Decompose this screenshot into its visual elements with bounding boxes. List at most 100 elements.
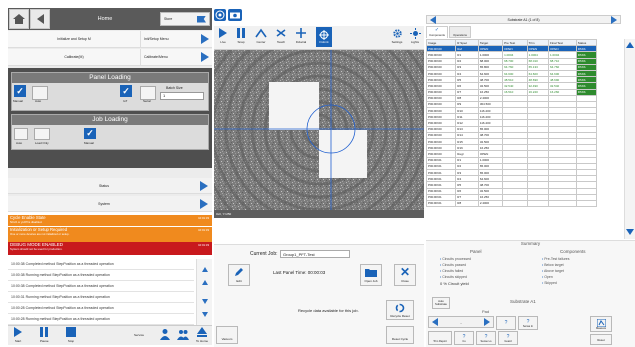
measure-icon [596, 318, 606, 327]
scroll-up-icon[interactable] [626, 42, 634, 48]
cu-button[interactable]: ? Cu [454, 331, 474, 345]
users-button[interactable] [177, 328, 189, 340]
open-job-button[interactable]: Open Job [360, 264, 382, 286]
tool-label: Fidmrk [319, 40, 329, 44]
vacuum-label: Vacuum [221, 337, 233, 341]
start-button[interactable]: Start [14, 327, 22, 343]
auto-substrate-button[interactable]: Auto Substrate [432, 297, 450, 309]
pad-next-icon[interactable] [484, 318, 490, 326]
stop-label: Stop [67, 339, 75, 343]
pad-label: Pad [482, 309, 490, 314]
settings-label: Settings [391, 40, 403, 44]
camera-image[interactable] [214, 50, 424, 210]
camera-button[interactable] [228, 9, 242, 21]
batch-size-label: Batch Size [166, 86, 183, 90]
nav-row-label: Calibrate(M) [64, 55, 84, 59]
scroll-down-icon[interactable] [626, 229, 634, 235]
nav-row-init-setup[interactable]: Initialize and Setup M Init/Setup Menu [8, 31, 212, 48]
manual-checkbox[interactable]: ✓ [14, 85, 26, 97]
service-user-button[interactable] [160, 328, 170, 340]
table-cell: P00.RK01 [425, 199, 457, 208]
teach-icon [276, 29, 286, 37]
next-substrate-icon[interactable] [611, 16, 617, 24]
back-button[interactable] [30, 9, 50, 29]
panel-yield: 0 % Circuit yield [440, 281, 469, 286]
tool-fidmrk-button[interactable]: Fidmrk [316, 27, 332, 47]
play-icon [14, 327, 22, 337]
substrate-selector[interactable]: Substrate A1 (1 of 8) [426, 15, 621, 24]
pad-selector[interactable]: - [428, 316, 494, 328]
pad-btn-1[interactable]: ? [496, 316, 516, 330]
nav-row-calibrate[interactable]: Calibrate(M) Calibrate/Menu [8, 49, 212, 66]
manual-label: Manual [13, 99, 23, 103]
app-window: Home Store Initialize and Setup M Init/S… [0, 0, 635, 347]
tool-label: Teach [276, 40, 285, 44]
status-row[interactable]: Status [8, 178, 212, 194]
tool-center-button[interactable]: Center [254, 28, 268, 44]
table-row[interactable]: P00.RK01 R8 2.4000 [425, 199, 598, 208]
reset-button[interactable]: Reset [590, 334, 612, 345]
measure-button[interactable]: Measure [590, 316, 612, 332]
guard-button[interactable]: ? Guard [498, 331, 518, 345]
recycle-reset-button[interactable]: Recycle Reset [386, 300, 414, 320]
tool-snap-button[interactable]: Snap [234, 28, 248, 44]
to-home-button[interactable]: To Home [196, 327, 208, 343]
prev-substrate-icon[interactable] [430, 16, 436, 24]
gear-icon [392, 29, 402, 38]
scroll-down-icon[interactable] [201, 299, 208, 304]
recycle-reset-label: Recycle Reset [390, 313, 410, 318]
vacuum-button[interactable]: Vacuum [216, 326, 238, 344]
home-button[interactable] [9, 9, 29, 29]
pencil-icon [235, 268, 243, 276]
trim-report-label: Trim Report [433, 339, 447, 343]
log-line: 10:00:38 Completed method StepPosition a… [8, 281, 194, 292]
scroll-up-icon[interactable] [201, 280, 208, 285]
tool-label: Live [220, 40, 226, 44]
calibrate-menu-button[interactable]: Calibrate/Menu [140, 49, 212, 65]
scroll-top-icon[interactable] [201, 267, 208, 272]
scroll-bottom-icon[interactable] [201, 312, 208, 317]
image-status-bar: 0x0, Y=250 [214, 210, 424, 218]
close-job-button[interactable]: ✕ Close [394, 264, 416, 286]
iot-checkbox[interactable]: ✓ [120, 85, 132, 97]
pause-button[interactable]: Pause [40, 327, 49, 343]
tool-label: Fiducial [295, 40, 307, 44]
tab-operations[interactable]: Operations [449, 26, 471, 38]
log-scrollbar[interactable] [196, 259, 212, 331]
tool-fiducial-button[interactable]: Fiducial [294, 28, 308, 44]
auto-option[interactable] [32, 86, 48, 100]
load-only-option[interactable] [34, 128, 50, 140]
pause-icon [40, 327, 49, 337]
tool-teach-button[interactable]: Teach [274, 28, 288, 44]
settings-button[interactable]: Settings [390, 28, 404, 44]
edit-button[interactable]: Edit [228, 264, 250, 286]
lights-label: Lights [410, 40, 419, 44]
status-chevron [200, 180, 212, 191]
job-manual-checkbox[interactable]: ✓ [84, 128, 96, 139]
system-row[interactable]: System [8, 196, 212, 212]
trim-report-button[interactable]: Trim Report [428, 331, 452, 345]
back-arrow-icon [36, 14, 44, 24]
tool-live-button[interactable]: Live [216, 28, 230, 44]
batch-size-input[interactable]: 1 [160, 92, 204, 100]
lights-button[interactable]: Lights [408, 28, 422, 44]
job-auto-option[interactable] [14, 128, 28, 140]
component-stats: • Pre-Test failures • Below target • Above… [542, 256, 570, 286]
pad-prev-icon[interactable] [432, 318, 438, 326]
serial-option[interactable] [140, 86, 156, 100]
sense-lo-button[interactable]: ? Sense Lo [476, 331, 496, 345]
table-scrollbar[interactable] [624, 39, 635, 239]
camera-view-button[interactable] [214, 9, 226, 21]
reset-cycle-button[interactable]: Reset Cycle [386, 326, 414, 344]
log-line: 10:00:31 Running method StepPosition as … [8, 292, 194, 303]
to-home-label: To Home [196, 339, 209, 343]
tab-components[interactable]: ✓ Components [426, 26, 448, 38]
sense-hi-button[interactable]: ? Sense In [518, 316, 538, 330]
sense-lo-label: Sense Lo [480, 339, 492, 343]
message-time: 10:01:33 [198, 216, 209, 220]
stat-label: Circuits skipped [442, 275, 467, 279]
store-button[interactable]: Store [160, 12, 210, 26]
flag-icon [197, 15, 206, 23]
init-setup-menu-button[interactable]: Init/Setup Menu [140, 31, 212, 47]
stop-button[interactable]: Stop [66, 327, 76, 343]
